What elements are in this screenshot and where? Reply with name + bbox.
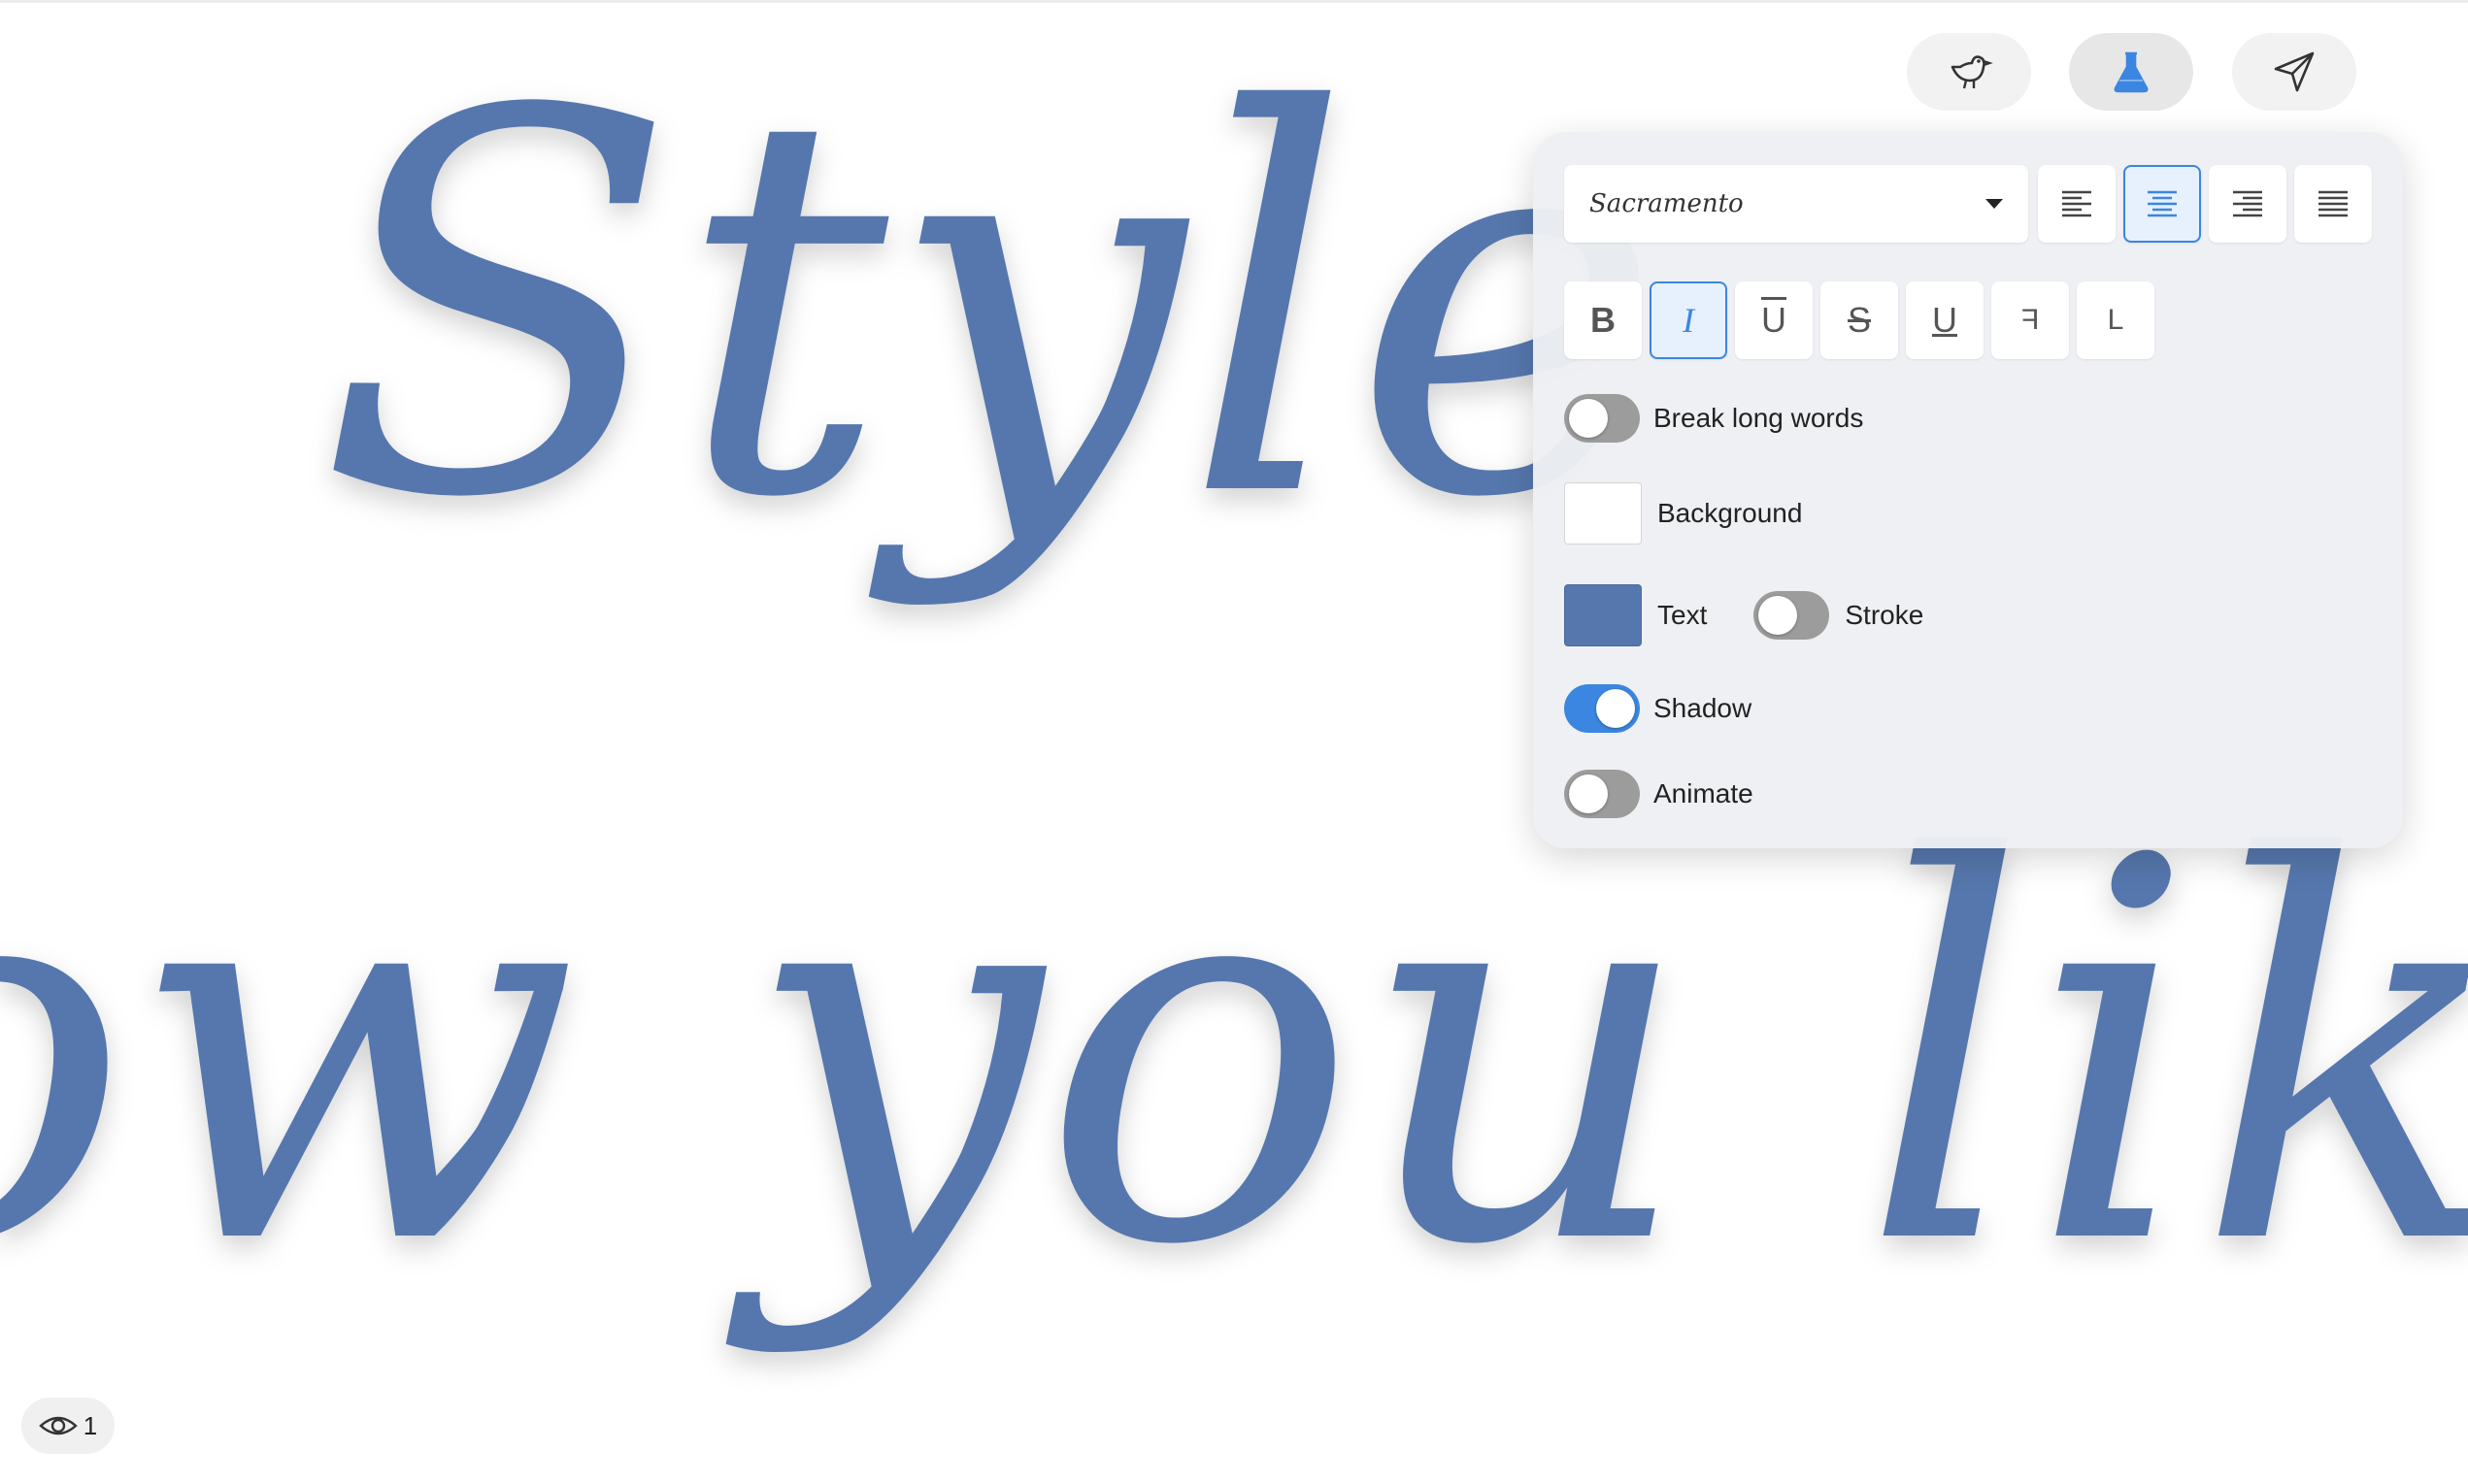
align-center-button[interactable] xyxy=(2123,165,2201,243)
stroke-toggle[interactable] xyxy=(1753,591,1830,640)
font-select[interactable]: Sacramento xyxy=(1564,165,2028,243)
break-long-words-toggle[interactable] xyxy=(1564,394,1640,443)
viewer-count-badge[interactable]: 1 xyxy=(21,1398,115,1454)
shadow-label: Shadow xyxy=(1653,693,1752,723)
italic-button[interactable]: I xyxy=(1650,281,1727,359)
script-line-1: Style xyxy=(318,3,1662,612)
background-label: Background xyxy=(1657,498,1803,528)
background-row: Background xyxy=(1564,482,1802,544)
style-panel: Sacramento B I U S U F L Break long word… xyxy=(1533,132,2403,848)
animate-row: Animate xyxy=(1564,770,1753,818)
eye-icon xyxy=(38,1416,78,1435)
align-left-icon xyxy=(2062,190,2091,217)
align-center-icon xyxy=(2148,190,2177,217)
flip-horizontal-button[interactable]: F xyxy=(1991,281,2069,359)
text-color-label: Text xyxy=(1657,600,1708,630)
flip-horizontal-icon: F xyxy=(2020,304,2040,336)
send-button[interactable] xyxy=(2232,33,2356,111)
overline-button[interactable]: U xyxy=(1735,281,1813,359)
underline-icon: U xyxy=(1932,300,1957,340)
stroke-label: Stroke xyxy=(1845,600,1924,630)
align-right-button[interactable] xyxy=(2209,165,2286,243)
viewer-count: 1 xyxy=(83,1410,98,1440)
send-icon xyxy=(2274,51,2315,92)
caret-down-icon xyxy=(1985,199,2003,209)
bird-button[interactable] xyxy=(1907,33,2031,111)
animate-label: Animate xyxy=(1653,778,1753,808)
align-justify-icon xyxy=(2318,190,2348,217)
align-justify-button[interactable] xyxy=(2294,165,2372,243)
flip-vertical-icon: L xyxy=(2107,304,2124,336)
bold-icon: B xyxy=(1590,300,1616,340)
shadow-toggle[interactable] xyxy=(1564,684,1640,733)
animate-toggle[interactable] xyxy=(1564,770,1640,818)
overline-icon: U xyxy=(1761,300,1786,340)
align-right-icon xyxy=(2233,190,2262,217)
break-long-words-label: Break long words xyxy=(1653,403,1864,433)
break-long-words-row: Break long words xyxy=(1564,394,1863,443)
strikethrough-icon: S xyxy=(1847,300,1871,340)
flip-vertical-button[interactable]: L xyxy=(2077,281,2154,359)
bold-button[interactable]: B xyxy=(1564,281,1642,359)
background-color-swatch[interactable] xyxy=(1564,482,1642,544)
text-color-swatch[interactable] xyxy=(1564,584,1642,646)
flask-icon xyxy=(2114,51,2149,93)
flask-button[interactable] xyxy=(2069,33,2193,111)
bird-icon xyxy=(1951,55,1993,89)
font-select-value: Sacramento xyxy=(1589,189,1744,218)
italic-icon: I xyxy=(1683,301,1694,340)
text-color-row: Text Stroke xyxy=(1564,584,1923,646)
shadow-row: Shadow xyxy=(1564,684,1751,733)
underline-button[interactable]: U xyxy=(1906,281,1984,359)
strikethrough-button[interactable]: S xyxy=(1820,281,1898,359)
align-left-button[interactable] xyxy=(2038,165,2116,243)
